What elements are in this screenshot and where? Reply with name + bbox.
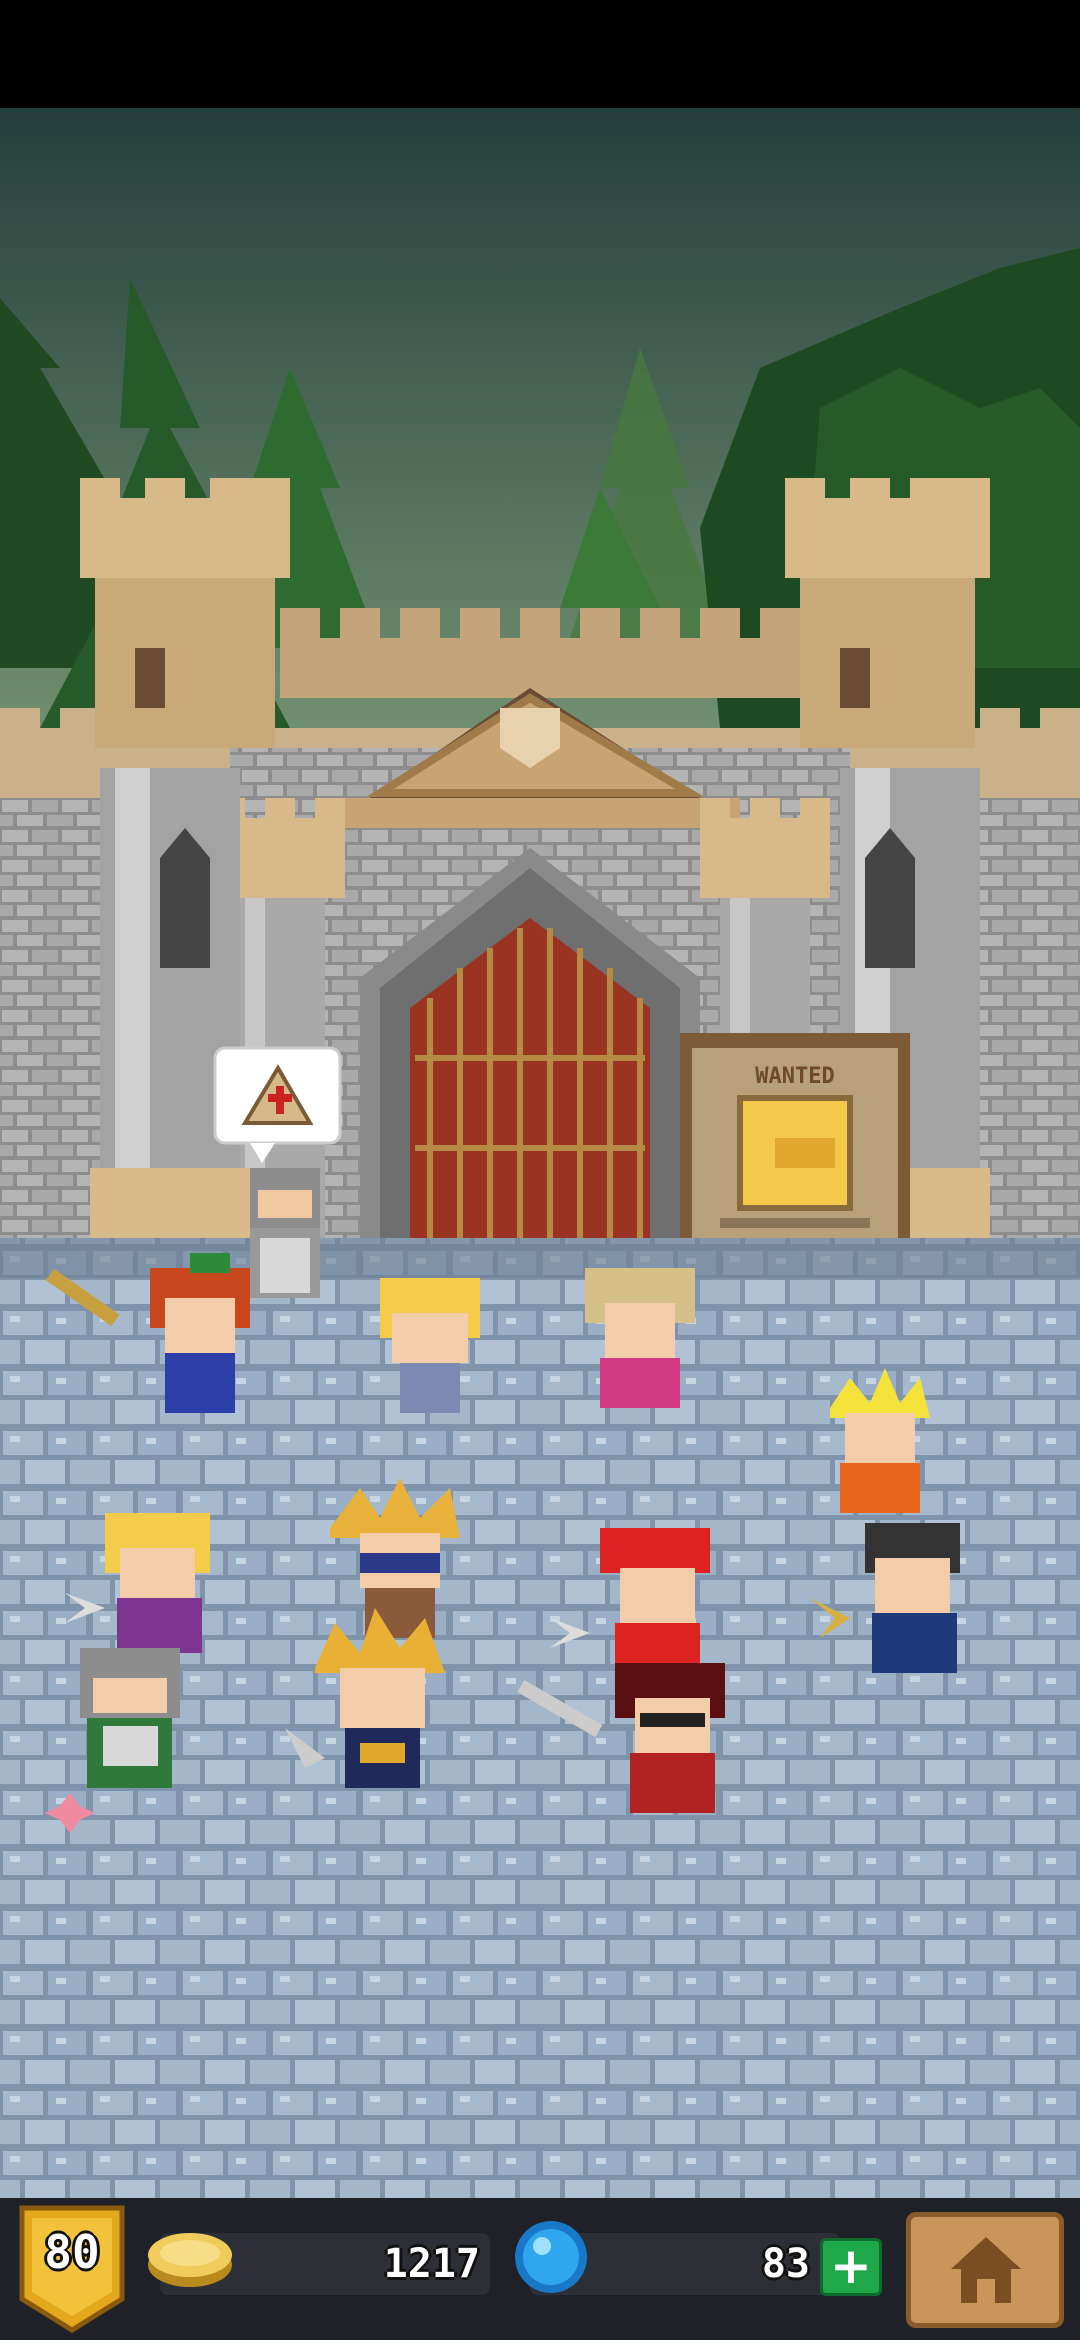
home-button[interactable] bbox=[906, 2212, 1064, 2328]
level-value: 80 bbox=[44, 2225, 100, 2279]
gem-amount: 83 bbox=[761, 2241, 810, 2287]
add-gems-button[interactable]: + bbox=[820, 2238, 882, 2296]
status-bar bbox=[0, 0, 1080, 108]
home-icon bbox=[951, 2237, 1021, 2303]
gold-coin-icon bbox=[148, 2233, 232, 2287]
blue-gem-icon bbox=[515, 2221, 587, 2293]
castle-scene: WANTED bbox=[0, 108, 1080, 2198]
plus-icon: + bbox=[830, 2237, 872, 2295]
wanted-board-title: WANTED bbox=[755, 1064, 834, 1089]
gold-amount: 1217 bbox=[383, 2241, 480, 2287]
